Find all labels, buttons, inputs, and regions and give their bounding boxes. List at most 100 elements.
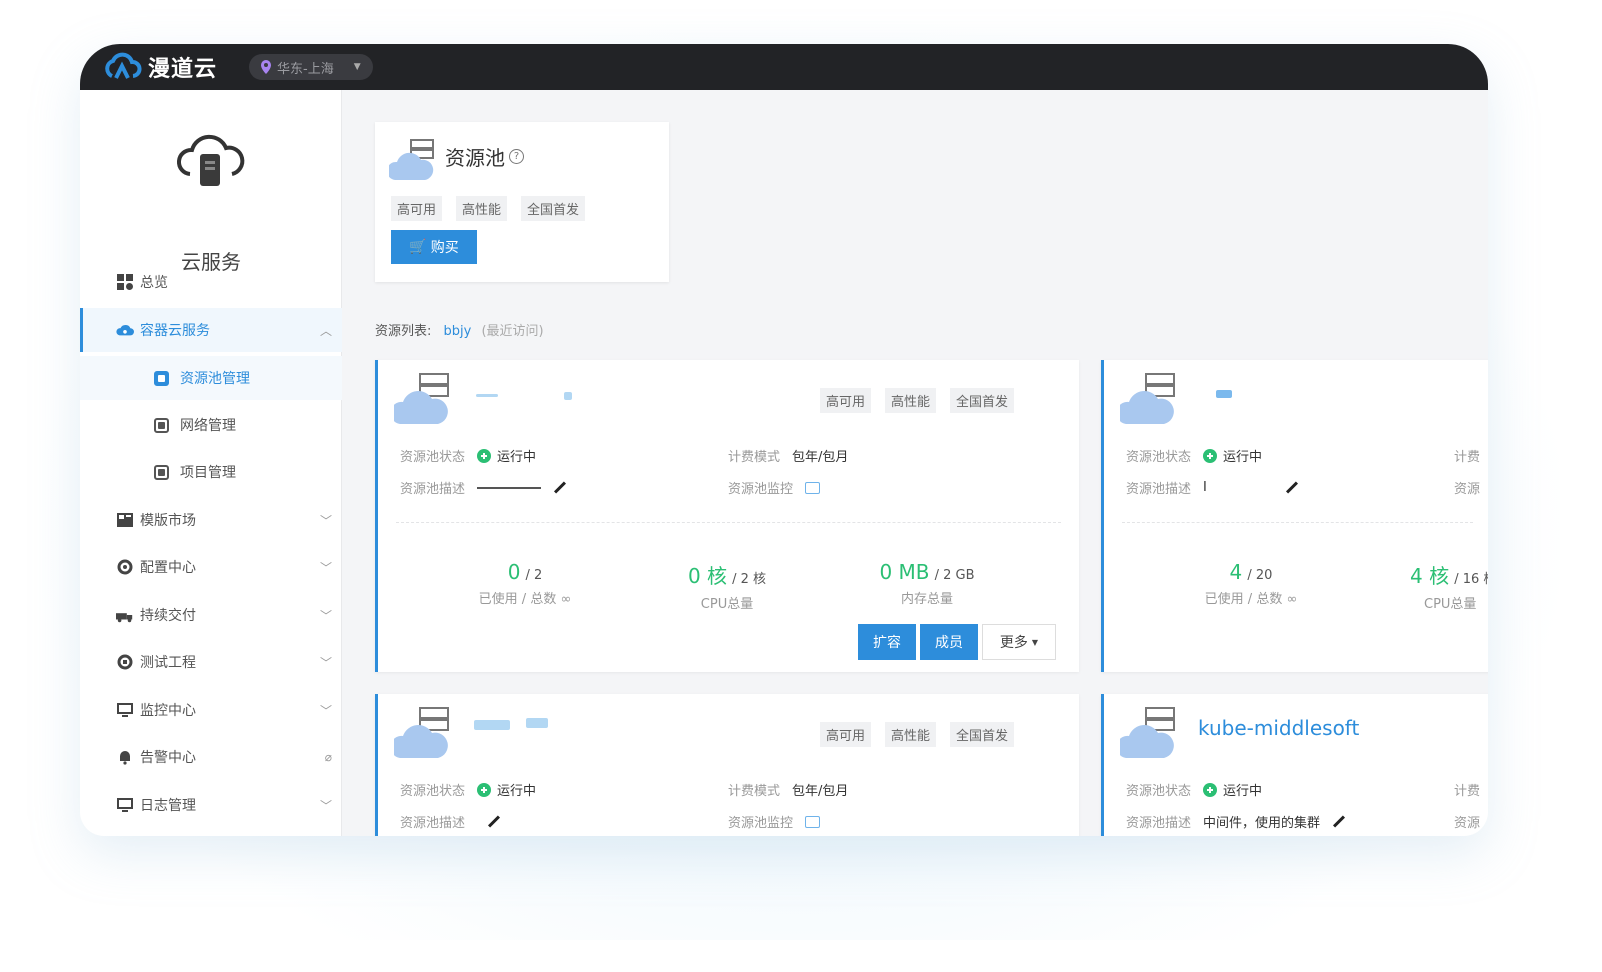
more-label: 更多: [999, 635, 1028, 651]
stat-total: / 16 核: [1454, 572, 1488, 587]
billing-label: 计费: [1454, 450, 1481, 465]
resource-pool-card-4[interactable]: kube-middlesoft 资源池状态 运行中 计费 资源池描述 中间件，使…: [1101, 694, 1488, 836]
sidebar-item-label: 持续交付: [140, 608, 196, 624]
cloud-server-icon: [389, 139, 434, 180]
brand-name: 漫道云: [148, 57, 218, 82]
status-label: 资源池状态: [400, 450, 466, 465]
sidebar-item-pool-management[interactable]: 资源池管理: [80, 356, 342, 400]
edit-icon[interactable]: [1285, 481, 1298, 494]
sidebar-item-template-market[interactable]: 模版市场 ﹀: [80, 498, 342, 542]
region-label: 华东-上海: [277, 61, 334, 77]
desc-value: 中间件，使用的集群: [1203, 816, 1321, 831]
sidebar-item-network-management[interactable]: 网络管理: [80, 403, 342, 447]
caret-down-icon: ▼: [1031, 637, 1039, 647]
status-row: 资源池状态 运行中: [1126, 780, 1262, 799]
pool-name-redacted: [1216, 390, 1232, 398]
sidebar-item-config-center[interactable]: 配置中心 ﹀: [80, 545, 342, 589]
sidebar-item-label: 配置中心: [140, 560, 196, 576]
region-selector[interactable]: 华东-上海 ▼: [249, 54, 373, 80]
sidebar-item-container-service[interactable]: 容器云服务 ︿: [80, 308, 342, 352]
resource-pool-card-2[interactable]: 资源池状态 运行中 计费 资源池描述 I 资源 4 / 20 已使用 / 总数 …: [1101, 360, 1488, 672]
tag: 高可用: [391, 196, 443, 221]
stat-usage: 4 / 20 已使用 / 总数 ∞: [1176, 560, 1326, 607]
monitor-label: 资源池监控: [728, 816, 794, 831]
brand-logo[interactable]: 漫道云: [102, 51, 217, 83]
caret-down-icon: ▼: [353, 62, 361, 72]
desc-label: 资源池描述: [400, 816, 466, 831]
cloud-icon: [116, 322, 134, 338]
main-content: 资源池 ? 高可用 高性能 全国首发 🛒 购买 资源列表: bbjy (最近访问…: [343, 90, 1488, 836]
cloud-server-icon: [394, 707, 449, 758]
stat-caption: CPU总量: [700, 597, 754, 612]
billing-row: 计费模式 包年/包月: [728, 780, 848, 799]
monitor-row: 资源池监控: [728, 812, 821, 831]
edit-icon[interactable]: [554, 481, 567, 494]
sidebar-item-label: 测试工程: [140, 655, 196, 671]
pool-name-link[interactable]: kube-middlesoft: [1198, 716, 1359, 740]
resource-pool-card-1[interactable]: 高可用 高性能 全国首发 资源池状态 运行中 计费模式 包年/包月 资源池描述 …: [375, 360, 1079, 672]
monitor-icon[interactable]: [805, 815, 821, 828]
running-status-icon: [1203, 782, 1218, 797]
sidebar-item-label: 项目管理: [180, 465, 236, 481]
sidebar-item-label: 总览: [140, 275, 168, 291]
stat-value: 4: [1229, 560, 1243, 584]
sidebar-item-overview[interactable]: 总览: [80, 260, 342, 304]
status-value: 运行中: [497, 450, 537, 465]
pool-title-text: 资源池: [445, 146, 505, 170]
gear-icon: [116, 559, 134, 575]
more-dropdown[interactable]: 更多 ▼: [982, 624, 1056, 660]
delivery-icon: [116, 607, 134, 623]
stat-cpu: 4 核 / 16 核 CPU总量: [1378, 560, 1488, 612]
tag: 高性能: [885, 388, 937, 413]
monitor-label: 资源: [1454, 482, 1481, 497]
pool-name-redacted: [564, 392, 572, 400]
monitor-row: 资源池监控: [728, 478, 821, 497]
stat-total: / 20: [1247, 568, 1273, 583]
cloud-service-icon: [177, 134, 245, 186]
chevron-down-icon: ﹀: [319, 560, 332, 575]
buy-label: 购买: [430, 240, 459, 256]
expand-button[interactable]: 扩容: [858, 624, 916, 660]
tag: 全国首发: [950, 722, 1015, 747]
running-status-icon: [477, 782, 492, 797]
app-window: 漫道云 华东-上海 ▼ 云服务 总览 容器云服务 ︿ 资源池管理 网络管理 项目…: [80, 44, 1488, 836]
stat-value: 4 核: [1410, 564, 1450, 588]
cloud-server-icon: [394, 373, 449, 424]
recent-pool-link[interactable]: bbjy: [444, 324, 472, 339]
recent-hint: (最近访问): [481, 324, 544, 339]
cloud-server-icon: [1120, 707, 1175, 758]
sidebar-item-alert-center[interactable]: 告警中心 ⌀: [80, 735, 342, 779]
status-row: 资源池状态 运行中: [400, 446, 536, 465]
status-label: 资源池状态: [1126, 784, 1192, 799]
edit-icon[interactable]: [488, 815, 501, 828]
status-label: 资源池状态: [400, 784, 466, 799]
sidebar: 云服务 总览 容器云服务 ︿ 资源池管理 网络管理 项目管理 模版市场 ﹀ 配置…: [80, 90, 342, 836]
stat-caption: 内存总量: [900, 592, 953, 607]
billing-row: 计费: [1454, 780, 1480, 799]
pool-title: 资源池 ?: [445, 142, 524, 171]
card-divider: [1122, 522, 1473, 523]
running-status-icon: [1203, 448, 1218, 463]
tag: 全国首发: [950, 388, 1015, 413]
sidebar-item-continuous-delivery[interactable]: 持续交付 ﹀: [80, 593, 342, 637]
resource-list-label: 资源列表:: [375, 324, 432, 339]
sidebar-item-project-management[interactable]: 项目管理: [80, 450, 342, 494]
status-row: 资源池状态 运行中: [400, 780, 536, 799]
help-icon[interactable]: ?: [509, 149, 524, 164]
link-icon: ⌀: [324, 750, 332, 764]
edit-icon[interactable]: [1333, 815, 1346, 828]
resource-pool-card-3[interactable]: 高可用 高性能 全国首发 资源池状态 运行中 计费模式 包年/包月 资源池描述 …: [375, 694, 1079, 836]
pool-name-redacted: [526, 718, 548, 728]
stat-value: 0 核: [687, 564, 728, 588]
chevron-down-icon: ﹀: [319, 703, 332, 718]
stat-value: 0: [507, 560, 521, 584]
sidebar-item-log-management[interactable]: 日志管理 ﹀: [80, 783, 342, 827]
bell-icon: [116, 749, 134, 765]
member-button[interactable]: 成员: [920, 624, 978, 660]
sidebar-item-monitor-center[interactable]: 监控中心 ﹀: [80, 688, 342, 732]
buy-button[interactable]: 🛒 购买: [391, 230, 477, 264]
monitor-icon[interactable]: [805, 481, 821, 494]
stat-memory: 0 MB / 2 GB 内存总量: [852, 560, 1002, 607]
sidebar-item-test-engineering[interactable]: 测试工程 ﹀: [80, 640, 342, 684]
tag: 高性能: [885, 722, 937, 747]
